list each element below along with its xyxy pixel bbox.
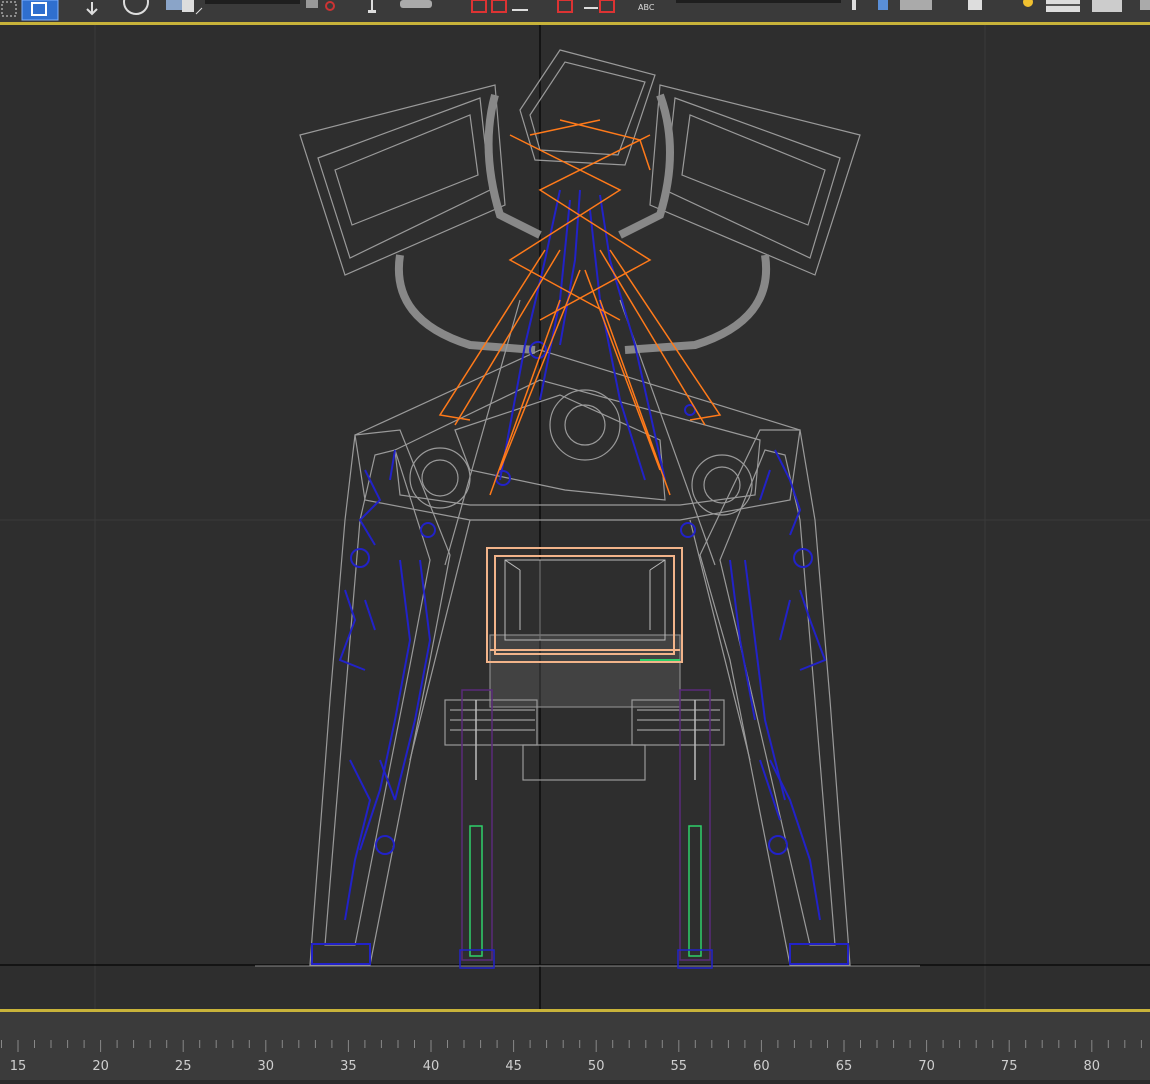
timeline-label: 65	[836, 1059, 853, 1074]
timeline-label: 50	[588, 1059, 605, 1074]
material-editor-icon[interactable]	[900, 0, 932, 10]
render-setup-icon[interactable]	[400, 0, 432, 8]
layer-icon[interactable]	[852, 0, 888, 10]
toolbar-icons: ABC	[1, 0, 1150, 21]
layer-explorer-icon[interactable]	[1092, 0, 1122, 12]
timeline-label: 75	[1001, 1059, 1018, 1074]
transform-icon[interactable]	[368, 0, 376, 13]
mirror-icon[interactable]	[471, 0, 528, 13]
timeline-label: 35	[340, 1059, 357, 1074]
timeline-label: 55	[671, 1059, 688, 1074]
scene-explorer-icon[interactable]	[1046, 0, 1080, 12]
timeline-ruler[interactable]: 15 20 25 30 35 40 45 50 55 60 65 70 75 80	[0, 1012, 1150, 1080]
inner-leg-right[interactable]	[677, 689, 713, 969]
timeline-ticks	[1, 1040, 1142, 1052]
named-selection-field[interactable]	[205, 0, 300, 4]
select-region-icon[interactable]	[1, 1, 17, 17]
chair-wireframe-frame[interactable]	[299, 49, 861, 966]
move-icon[interactable]	[86, 2, 98, 16]
orange-cables[interactable]	[438, 119, 722, 496]
snap-toggle-icon[interactable]	[306, 0, 335, 11]
viewport-canvas[interactable]	[0, 25, 1150, 1009]
timeline-label: 45	[505, 1059, 522, 1074]
select-object-icon[interactable]	[21, 0, 59, 21]
inner-leg-left[interactable]	[459, 689, 495, 969]
light-icon[interactable]	[1023, 0, 1033, 7]
seat-inner-frame	[504, 559, 666, 641]
circuit-details[interactable]	[311, 189, 849, 965]
timeline-label: 25	[175, 1059, 192, 1074]
spell-label: ABC	[638, 3, 655, 12]
layer-dropdown[interactable]	[676, 0, 841, 3]
timeline-label: 60	[753, 1059, 770, 1074]
timeline-label: 30	[258, 1059, 275, 1074]
main-toolbar: ABC	[0, 0, 1150, 22]
timeline-labels: 15 20 25 30 35 40 45 50 55 60 65 70 75 80	[10, 1059, 1100, 1074]
spell-icon[interactable]: ABC	[638, 3, 655, 12]
timeline-label: 20	[92, 1059, 109, 1074]
rotate-icon[interactable]	[123, 0, 149, 15]
timeline-svg[interactable]: 15 20 25 30 35 40 45 50 55 60 65 70 75 80	[0, 1012, 1150, 1080]
render-icon[interactable]	[968, 0, 982, 10]
align-icon[interactable]	[557, 0, 615, 13]
overflow-icon[interactable]	[1140, 0, 1150, 10]
scale-icon[interactable]	[166, 0, 203, 15]
timeline-label: 70	[918, 1059, 935, 1074]
timeline-label: 80	[1084, 1059, 1101, 1074]
timeline-label: 40	[423, 1059, 440, 1074]
timeline-label: 15	[10, 1059, 27, 1074]
